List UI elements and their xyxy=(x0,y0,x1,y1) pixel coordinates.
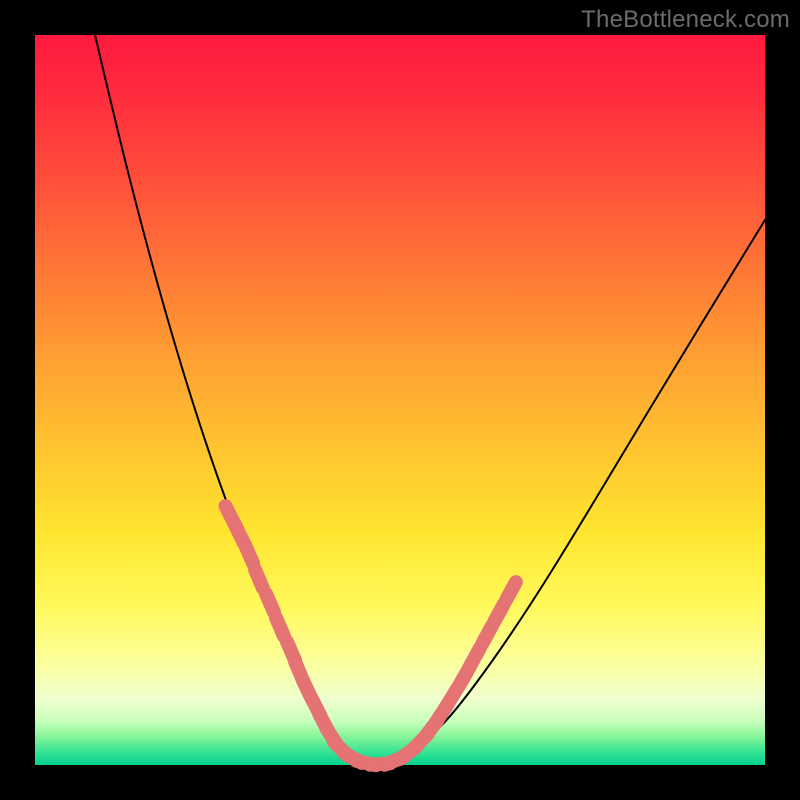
curve-layer xyxy=(35,35,765,765)
curve-marker xyxy=(482,626,492,644)
chart-frame: TheBottleneck.com xyxy=(0,0,800,800)
bottleneck-curve xyxy=(95,35,765,763)
curve-marker xyxy=(494,604,504,622)
curve-marker xyxy=(255,570,263,588)
curve-marker xyxy=(276,618,284,636)
watermark-text: TheBottleneck.com xyxy=(581,6,790,34)
marker-group xyxy=(226,506,516,765)
curve-marker xyxy=(506,582,516,600)
curve-marker xyxy=(245,545,253,563)
curve-marker xyxy=(470,648,480,666)
curve-marker xyxy=(266,594,274,612)
